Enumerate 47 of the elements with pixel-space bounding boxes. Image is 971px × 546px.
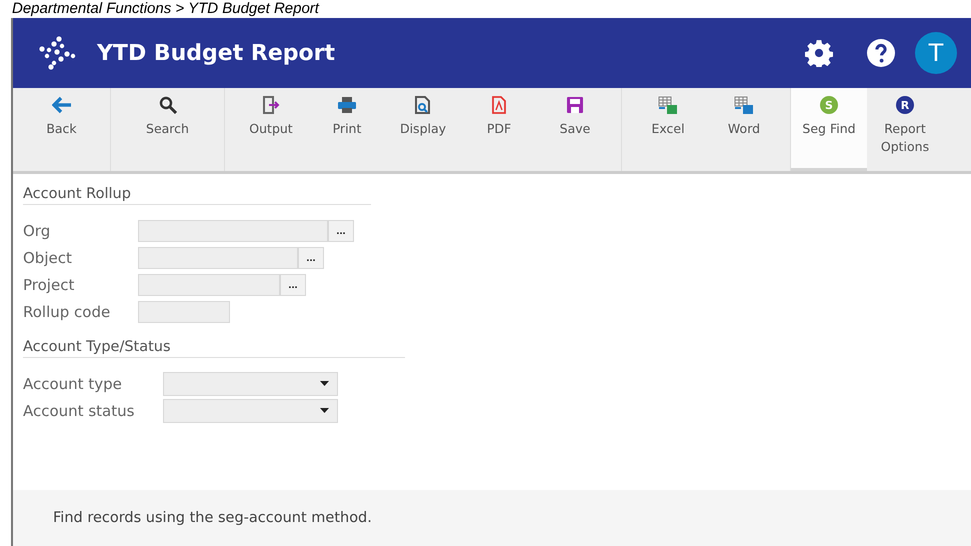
document-magnifier-icon [414,96,432,114]
toolbar-button[interactable]: Save [537,88,613,171]
caret-icon [320,408,329,413]
lookup-button[interactable]: ... [298,246,324,268]
toolbar-button[interactable]: Back [13,88,110,171]
field-label: Account status [23,402,136,420]
letter-badge: S [820,96,838,114]
letter-badge: R [896,96,914,114]
field-label: Project [23,276,76,294]
settings-icon[interactable] [805,39,833,67]
input-field[interactable] [138,274,280,296]
dropdown-field[interactable] [163,398,338,422]
section-heading: Account Type/Status [23,339,405,358]
field-label: Rollup code [23,302,112,320]
section-heading: Account Rollup [23,186,371,205]
toolbar-button[interactable]: Output [233,88,309,171]
toolbar-button[interactable]: Print [309,88,385,171]
logo-icon [37,36,77,70]
breadcrumb: Departmental Functions > YTD Budget Report [11,0,320,18]
input-field[interactable] [138,300,230,322]
toolbar-button[interactable]: S Seg Find [791,88,867,171]
caret-icon [320,381,329,386]
toolbar-button[interactable]: Excel [630,88,706,171]
field-label: Object [23,248,73,266]
printer-icon [337,96,357,114]
toolbar-button[interactable]: Search [119,88,216,171]
spreadsheet-icon [658,96,678,114]
toolbar-button[interactable]: Word [706,88,782,171]
toolbar-button[interactable]: R Report Options [867,88,943,171]
help-icon[interactable] [867,39,895,67]
document-arrow-icon [262,96,280,114]
arrow-left-icon [52,96,72,114]
input-field[interactable] [138,246,298,268]
pdf-file-icon [490,96,508,114]
input-field[interactable] [138,220,328,242]
user-avatar[interactable]: T [915,32,957,74]
toolbar-button[interactable]: Display [385,88,461,171]
search-icon [158,96,176,114]
dropdown-field[interactable] [163,372,338,396]
app-title: YTD Budget Report [97,40,335,66]
field-label: Account type [23,374,123,392]
document-grid-icon [734,96,754,114]
lookup-button[interactable]: ... [328,220,354,242]
toolbar-button[interactable]: PDF [461,88,537,171]
field-label: Org [23,222,52,240]
lookup-button[interactable]: ... [280,274,306,296]
status-text: Find records using the seg-account method. [53,510,372,526]
